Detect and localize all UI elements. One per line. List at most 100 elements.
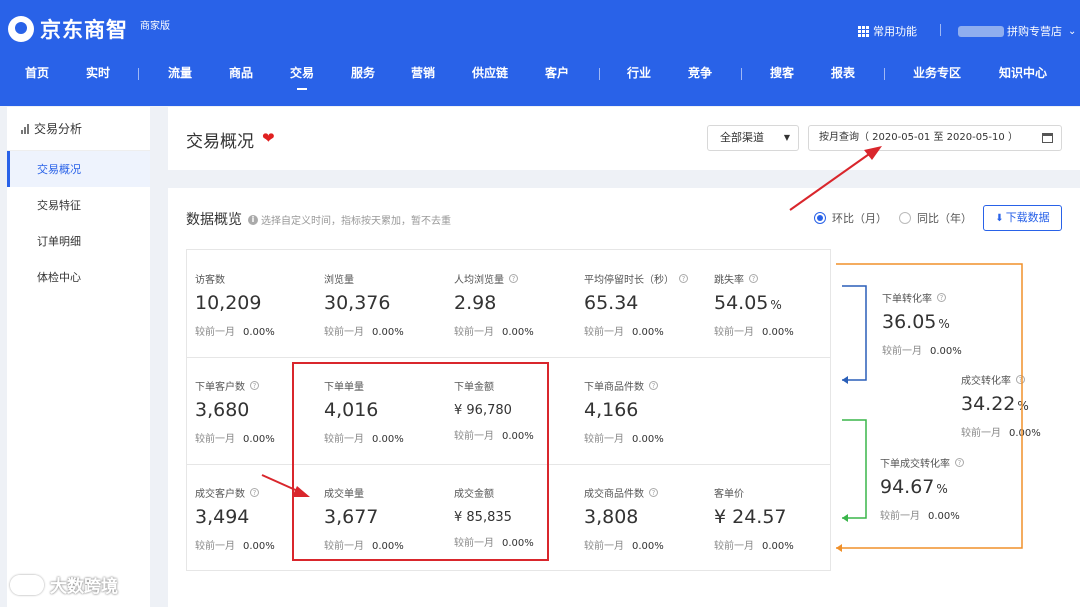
sidebar: 交易分析 交易概况 交易特征 订单明细 体检中心 xyxy=(7,107,150,607)
sidebar-item-health-check[interactable]: 体检中心 xyxy=(7,259,150,295)
radio-yoy-label[interactable]: 同比（年） xyxy=(917,210,972,226)
metric-label: 成交商品件数? xyxy=(584,485,709,500)
nav-industry[interactable]: 行业 xyxy=(627,64,651,81)
header-divider xyxy=(940,24,941,36)
metric-value: 10,209 xyxy=(195,292,262,314)
metric-deal-items: 成交商品件数? 3,808 较前一月 0.00% xyxy=(584,485,709,552)
main-nav: 首页 实时 流量 商品 交易 服务 营销 供应链 客户 行业 竞争 搜客 报表 … xyxy=(0,64,1080,90)
help-icon[interactable]: ? xyxy=(955,458,964,467)
sidebar-item-order-details[interactable]: 订单明细 xyxy=(7,223,150,259)
help-icon[interactable]: ? xyxy=(937,293,946,302)
date-range-picker[interactable]: 按月查询（ 2020-05-01 至 2020-05-10 ） xyxy=(808,125,1062,151)
metric-compare: 较前一月 0.00% xyxy=(882,346,962,357)
metric-pageviews: 浏览量 30,376 较前一月 0.00% xyxy=(324,271,449,338)
grid-icon xyxy=(858,25,869,37)
nav-marketing[interactable]: 营销 xyxy=(411,64,435,81)
metric-label: 客单价 xyxy=(714,489,744,500)
metric-compare: 较前一月 0.00% xyxy=(714,327,794,338)
metric-avg-stay: 平均停留时长（秒）? 65.34 较前一月 0.00% xyxy=(584,271,714,338)
metric-label: 访客数 xyxy=(195,275,225,286)
channel-select-value: 全部渠道 xyxy=(720,131,764,144)
page-title: 交易概况 xyxy=(186,132,254,152)
metric-value: 4,166 xyxy=(584,399,639,421)
common-functions-label: 常用功能 xyxy=(873,25,917,38)
nav-realtime[interactable]: 实时 xyxy=(86,64,110,81)
help-icon[interactable]: ? xyxy=(679,274,688,283)
metric-deal-conversion: 成交转化率? 34.22% 较前一月 0.00% xyxy=(961,372,1080,439)
channel-select[interactable]: 全部渠道 ▼ xyxy=(707,125,799,151)
metric-compare: 较前一月 0.00% xyxy=(880,511,960,522)
help-icon[interactable]: ? xyxy=(649,381,658,390)
section-title: 数据概览 xyxy=(186,212,242,228)
caret-down-icon: ▼ xyxy=(783,133,790,142)
nav-reports[interactable]: 报表 xyxy=(831,64,855,81)
row-divider xyxy=(187,357,830,358)
section-hint: i 选择自定义时间，指标按天累加，暂不去重 xyxy=(248,212,451,227)
nav-traffic[interactable]: 流量 xyxy=(168,64,192,81)
metric-order-conversion: 下单转化率? 36.05% 较前一月 0.00% xyxy=(882,290,1002,357)
nav-separator xyxy=(599,68,600,80)
nav-search-customer[interactable]: 搜客 xyxy=(770,64,794,81)
metric-compare: 较前一月 0.00% xyxy=(454,327,534,338)
nav-separator xyxy=(741,68,742,80)
page-title-bar: 交易概况 ❤ 全部渠道 ▼ 按月查询（ 2020-05-01 至 2020-05… xyxy=(168,107,1080,170)
common-functions-button[interactable]: 常用功能 xyxy=(858,23,917,39)
nav-customers[interactable]: 客户 xyxy=(545,64,569,81)
favorite-heart-icon[interactable]: ❤ xyxy=(262,129,275,147)
metric-label: 浏览量 xyxy=(324,275,354,286)
help-icon[interactable]: ? xyxy=(250,488,259,497)
download-icon: ⬇ xyxy=(995,213,1004,224)
store-name-suffix: 拼购专营店 xyxy=(1007,25,1062,38)
nav-products[interactable]: 商品 xyxy=(229,64,253,81)
nav-business-zone[interactable]: 业务专区 xyxy=(913,64,961,81)
help-icon[interactable]: ? xyxy=(749,274,758,283)
metric-value: 34.22% xyxy=(961,393,1029,415)
metric-value: 3,808 xyxy=(584,506,639,528)
metric-value: 94.67% xyxy=(880,476,948,498)
store-name-redacted xyxy=(958,25,1004,37)
radio-yoy[interactable] xyxy=(899,212,911,224)
download-label: 下载数据 xyxy=(1005,211,1050,224)
metric-compare: 较前一月 0.00% xyxy=(961,428,1041,439)
top-header: 京东商智 商家版 常用功能 拼购专营店 ⌄ 首页 实时 流量 商品 交易 服务 … xyxy=(0,0,1080,106)
metric-compare: 较前一月 0.00% xyxy=(324,327,404,338)
metric-compare: 较前一月 0.00% xyxy=(195,327,275,338)
metric-label: 平均停留时长（秒）? xyxy=(584,271,714,286)
nav-supply-chain[interactable]: 供应链 xyxy=(472,64,508,81)
brand-name: 京东商智 xyxy=(40,18,128,42)
metric-compare: 较前一月 0.00% xyxy=(584,434,664,445)
info-icon: i xyxy=(248,214,258,225)
nav-knowledge-center[interactable]: 知识中心 xyxy=(999,64,1047,81)
metric-value: 65.34 xyxy=(584,292,639,314)
metric-label: 下单转化率? xyxy=(882,290,1002,305)
help-icon[interactable]: ? xyxy=(649,488,658,497)
store-switcher[interactable]: 拼购专营店 ⌄ xyxy=(958,23,1076,39)
radio-mom-label[interactable]: 环比（月） xyxy=(832,210,887,226)
sidebar-item-trade-features[interactable]: 交易特征 xyxy=(7,187,150,223)
bar-chart-icon xyxy=(21,123,29,134)
nav-service[interactable]: 服务 xyxy=(351,64,375,81)
metric-value: ¥ 24.57 xyxy=(714,506,787,528)
metric-order-deal-conversion: 下单成交转化率? 94.67% 较前一月 0.00% xyxy=(880,455,1000,522)
chevron-down-icon: ⌄ xyxy=(1068,25,1077,37)
metric-value: 30,376 xyxy=(324,292,391,314)
metric-compare: 较前一月 0.00% xyxy=(584,327,664,338)
download-data-button[interactable]: ⬇ 下载数据 xyxy=(983,205,1062,231)
metric-label: 人均浏览量? xyxy=(454,271,579,286)
metric-pv-per-visitor: 人均浏览量? 2.98 较前一月 0.00% xyxy=(454,271,579,338)
nav-competition[interactable]: 竞争 xyxy=(688,64,712,81)
help-icon[interactable]: ? xyxy=(250,381,259,390)
help-icon[interactable]: ? xyxy=(509,274,518,283)
compare-mode-group: 环比（月） 同比（年） xyxy=(814,210,984,226)
metric-value: 54.05% xyxy=(714,292,782,314)
nav-home[interactable]: 首页 xyxy=(25,64,49,81)
brand-logo[interactable]: 京东商智 商家版 xyxy=(8,14,170,44)
nav-trade[interactable]: 交易 xyxy=(290,64,314,90)
help-icon[interactable]: ? xyxy=(1016,375,1025,384)
nav-separator xyxy=(138,68,139,80)
sidebar-item-trade-overview[interactable]: 交易概况 xyxy=(7,151,150,187)
sidebar-heading-label: 交易分析 xyxy=(34,122,83,136)
radio-mom[interactable] xyxy=(814,212,826,224)
metric-label: 跳失率? xyxy=(714,271,824,286)
sidebar-heading[interactable]: 交易分析 xyxy=(7,107,150,151)
